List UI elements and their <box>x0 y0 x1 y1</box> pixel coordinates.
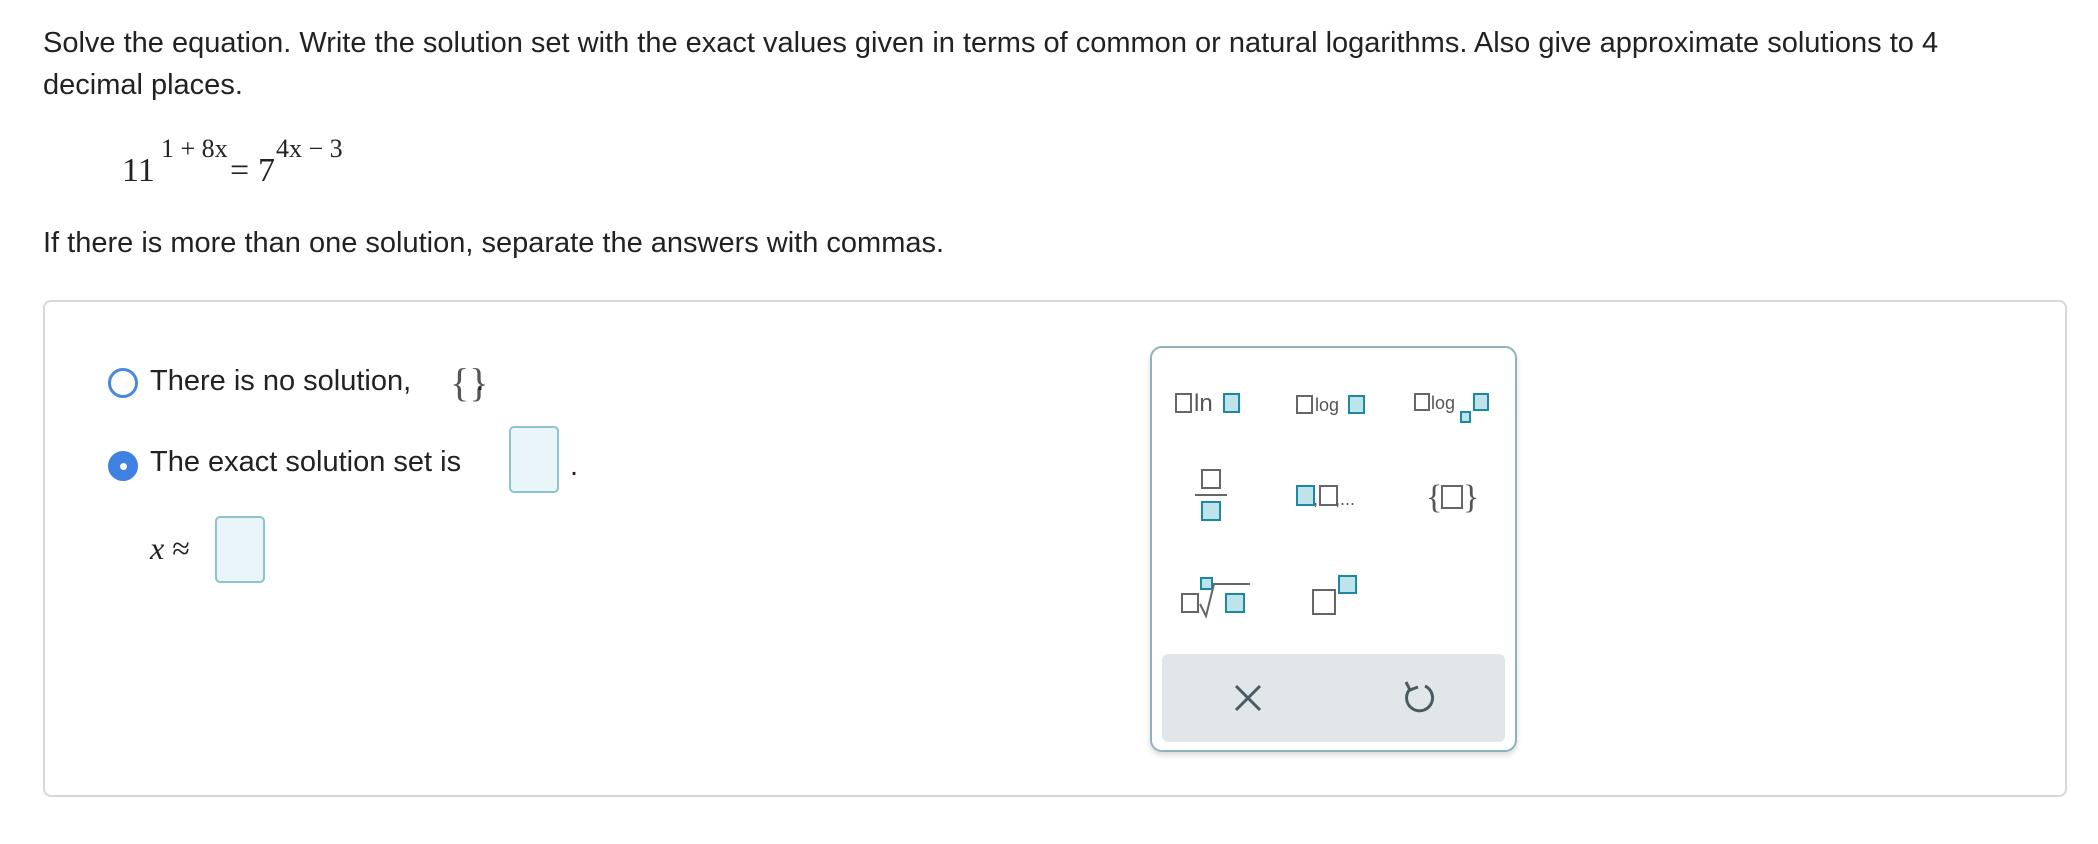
approx-symbol: ≈ <box>172 530 190 566</box>
common-log-button[interactable]: log <box>1295 374 1385 434</box>
nth-root-button[interactable] <box>1178 574 1268 634</box>
svg-text:log: log <box>1315 395 1339 415</box>
palette-footer <box>1162 654 1505 742</box>
approx-solution-input[interactable] <box>215 516 265 583</box>
natural-log-icon: ln <box>1175 390 1240 417</box>
no-solution-label: There is no solution, <box>150 365 412 397</box>
rhs-exponent: 4x − 3 <box>276 134 343 163</box>
separator-note: If there is more than one solution, sepa… <box>43 227 945 259</box>
list-button[interactable]: , ,... <box>1295 474 1385 534</box>
rhs-base: 7 <box>258 152 275 189</box>
equals-sign: = <box>230 152 250 189</box>
exact-solution-period: . <box>570 450 579 482</box>
exponent-button[interactable] <box>1311 572 1401 632</box>
set-braces-button[interactable]: { } <box>1426 472 1516 532</box>
fraction-button[interactable] <box>1187 466 1277 526</box>
common-log-icon: log <box>1296 395 1365 415</box>
svg-text:,: , <box>1313 489 1318 509</box>
list-icon: , ,... <box>1296 485 1355 509</box>
svg-text:}: } <box>1463 479 1479 516</box>
fraction-icon <box>1195 469 1227 521</box>
svg-text:,...: ,... <box>1335 489 1355 509</box>
svg-text:log: log <box>1431 393 1455 413</box>
set-braces-icon: { } <box>1426 479 1479 516</box>
lhs-exponent: 1 + 8x <box>161 134 228 163</box>
log-base-icon: log <box>1414 393 1489 423</box>
nth-root-icon <box>1181 577 1250 619</box>
clear-button[interactable] <box>1218 668 1278 728</box>
equation: 11 1 + 8x = 7 4x − 3 <box>122 130 422 200</box>
exact-solution-input[interactable] <box>509 426 559 493</box>
svg-text:{: { <box>1426 479 1442 516</box>
undo-button[interactable] <box>1388 668 1448 728</box>
svg-text:ln: ln <box>1194 390 1213 417</box>
log-base-button[interactable]: log <box>1413 374 1503 434</box>
math-palette: ln log log , ,... {} <box>1150 346 1517 752</box>
undo-icon <box>1404 681 1435 713</box>
lhs-base: 11 <box>122 152 155 189</box>
clear-icon <box>1234 684 1262 712</box>
no-solution-period: . <box>476 365 485 397</box>
approx-label: x ≈ <box>150 530 190 567</box>
natural-log-button[interactable]: ln <box>1174 374 1264 434</box>
exponent-icon <box>1312 575 1357 615</box>
question-instructions: Solve the equation. Write the solution s… <box>43 27 1939 101</box>
exact-solution-radio[interactable] <box>108 451 138 481</box>
approx-variable: x <box>150 530 165 566</box>
no-solution-radio[interactable] <box>108 368 138 398</box>
exact-solution-label: The exact solution set is <box>150 446 462 478</box>
